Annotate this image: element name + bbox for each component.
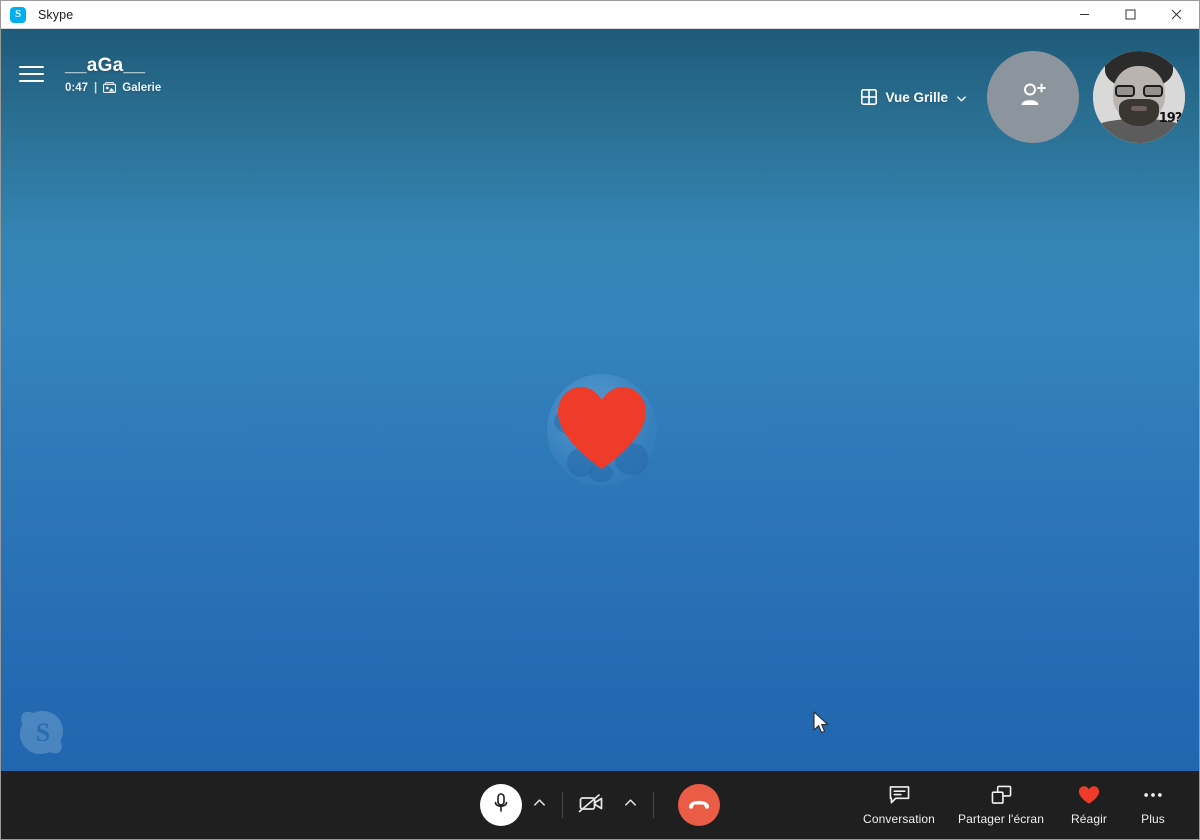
window-controls xyxy=(1061,1,1199,29)
skype-logo-icon: S xyxy=(10,6,26,23)
header-actions: Vue Grille 19? xyxy=(855,51,1185,143)
more-icon xyxy=(1142,784,1164,806)
avatar-shirt-text: 19? xyxy=(1158,111,1183,127)
call-controls xyxy=(480,784,720,826)
mouse-cursor xyxy=(813,711,831,737)
call-toolbar: Conversation Partager l'écran Réagir Plu… xyxy=(1,771,1199,839)
skype-logo-watermark: S xyxy=(19,708,67,756)
video-stage: __aGa__ 0:47 | Galerie Vue Grille 19? S xyxy=(1,29,1199,771)
hamburger-line xyxy=(19,66,44,68)
chat-button[interactable]: Conversation xyxy=(853,784,945,826)
chevron-down-icon xyxy=(956,92,967,103)
camera-button[interactable] xyxy=(569,784,613,826)
end-call-icon xyxy=(687,795,711,816)
end-call-button[interactable] xyxy=(678,784,720,826)
heart-icon xyxy=(1078,784,1100,806)
gallery-label: Galerie xyxy=(122,81,162,94)
maximize-button[interactable] xyxy=(1107,1,1153,29)
share-screen-button[interactable]: Partager l'écran xyxy=(945,784,1057,826)
chat-label: Conversation xyxy=(863,812,935,826)
skype-window: S Skype __aGa__ 0:47 | Galerie Vue Grill… xyxy=(0,0,1200,840)
camera-options-button[interactable] xyxy=(613,784,647,826)
toolbar-divider xyxy=(562,792,563,818)
close-button[interactable] xyxy=(1153,1,1199,29)
react-button[interactable]: Réagir xyxy=(1057,784,1121,826)
hamburger-line xyxy=(19,73,44,75)
minimize-button[interactable] xyxy=(1061,1,1107,29)
chevron-up-icon xyxy=(532,795,547,815)
reaction-overlay xyxy=(547,374,657,486)
chevron-up-icon xyxy=(623,795,638,815)
toolbar-actions: Conversation Partager l'écran Réagir Plu… xyxy=(853,771,1185,839)
hamburger-menu-icon[interactable] xyxy=(19,59,49,89)
avatar-mouth xyxy=(1130,106,1148,111)
grid-view-label: Vue Grille xyxy=(885,89,948,105)
add-person-button[interactable] xyxy=(987,51,1079,143)
toolbar-divider xyxy=(653,792,654,818)
hamburger-line xyxy=(19,80,44,82)
share-screen-label: Partager l'écran xyxy=(958,812,1044,826)
avatar[interactable]: 19? xyxy=(1093,51,1185,143)
more-label: Plus xyxy=(1141,812,1165,826)
add-person-icon xyxy=(1019,82,1047,113)
camera-off-icon xyxy=(578,792,604,819)
microphone-icon xyxy=(491,792,511,819)
grid-view-icon xyxy=(861,89,878,105)
gallery-icon xyxy=(103,82,117,94)
call-header: __aGa__ 0:47 | Galerie Vue Grille 19? xyxy=(1,29,1199,143)
more-button[interactable]: Plus xyxy=(1121,784,1185,826)
window-title: Skype xyxy=(38,7,74,22)
share-screen-icon xyxy=(991,784,1012,806)
react-label: Réagir xyxy=(1071,812,1107,826)
microphone-button[interactable] xyxy=(480,784,522,826)
svg-text:S: S xyxy=(36,718,50,747)
heart-emoji xyxy=(554,385,650,471)
grid-view-button[interactable]: Vue Grille xyxy=(855,83,973,111)
call-duration: 0:47 xyxy=(65,81,89,94)
call-status: 0:47 | Galerie xyxy=(65,82,161,94)
chat-icon xyxy=(889,784,910,806)
skype-logo-letter: S xyxy=(14,8,22,20)
avatar-glasses xyxy=(1115,85,1163,97)
status-separator: | xyxy=(94,81,98,94)
call-info: __aGa__ 0:47 | Galerie xyxy=(65,55,161,94)
title-bar: S Skype xyxy=(1,1,1199,29)
contact-name: __aGa__ xyxy=(65,55,146,76)
microphone-options-button[interactable] xyxy=(522,784,556,826)
